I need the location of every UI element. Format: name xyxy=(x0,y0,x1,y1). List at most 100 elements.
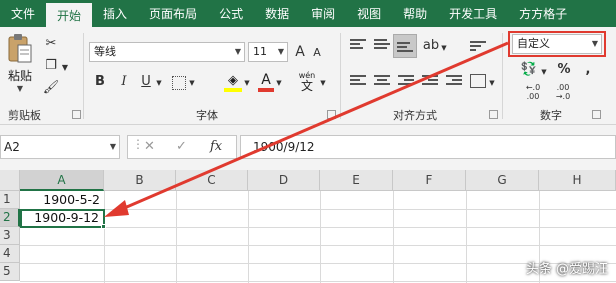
insert-function-icon[interactable]: fx xyxy=(210,139,222,154)
name-box[interactable]: A2 ▼ xyxy=(0,135,120,159)
align-top-icon[interactable] xyxy=(350,39,366,53)
chevron-down-icon: ▼ xyxy=(234,47,241,56)
chevron-down-icon[interactable]: ▼ xyxy=(243,74,251,92)
select-all-corner[interactable] xyxy=(0,170,20,191)
watermark-text: 头条 @爱踢汪 xyxy=(525,262,608,277)
borders-icon[interactable] xyxy=(172,76,186,90)
gridline xyxy=(466,191,467,283)
clipboard-group-label: 剪贴板 xyxy=(8,109,41,122)
gridline xyxy=(20,209,616,210)
chevron-down-icon: ▼ xyxy=(109,142,116,151)
percent-button[interactable]: % xyxy=(556,61,572,79)
tab-formulas[interactable]: 公式 xyxy=(208,0,254,27)
formula-input[interactable]: 1900/9/12 xyxy=(240,135,616,159)
fill-color-icon[interactable]: ◈ xyxy=(224,73,242,93)
paste-button[interactable]: 粘贴 ▼ xyxy=(4,33,36,93)
shrink-font-button[interactable]: A xyxy=(310,44,324,62)
column-header-g[interactable]: G xyxy=(466,170,539,191)
increase-indent-icon[interactable] xyxy=(446,75,462,89)
chevron-down-icon[interactable]: ▼ xyxy=(440,39,448,57)
tab-file[interactable]: 文件 xyxy=(0,0,46,27)
tab-view[interactable]: 视图 xyxy=(346,0,392,27)
cancel-entry-icon[interactable]: ✕ xyxy=(144,139,155,154)
confirm-entry-icon[interactable]: ✓ xyxy=(176,139,187,154)
cell-a2[interactable]: 1900-9-12 xyxy=(20,209,105,228)
font-name-value: 等线 xyxy=(94,45,116,58)
tab-fangfang-gezi[interactable]: 方方格子 xyxy=(508,0,578,27)
wrap-text-icon[interactable] xyxy=(470,41,486,55)
tab-review[interactable]: 审阅 xyxy=(300,0,346,27)
chevron-down-icon: ▼ xyxy=(277,47,284,56)
gridline xyxy=(176,191,177,283)
underline-button[interactable]: U xyxy=(138,73,154,91)
number-format-highlight xyxy=(508,31,606,57)
italic-button[interactable]: I xyxy=(116,73,132,91)
gridline xyxy=(20,281,616,282)
font-name-select[interactable]: 等线 ▼ xyxy=(89,42,245,62)
font-size-select[interactable]: 11 ▼ xyxy=(248,42,288,62)
group-divider xyxy=(83,33,84,119)
row-header-4[interactable]: 4 xyxy=(0,245,20,263)
format-painter-icon[interactable]: 🖌 xyxy=(42,79,60,97)
comma-button[interactable]: , xyxy=(582,61,594,79)
row-header-1[interactable]: 1 xyxy=(0,191,20,209)
grow-font-button[interactable]: A xyxy=(292,43,308,61)
align-left-icon[interactable] xyxy=(350,75,366,89)
gridline xyxy=(320,191,321,283)
copy-icon[interactable]: ❐ xyxy=(42,57,60,75)
chevron-down-icon[interactable]: ▼ xyxy=(61,59,69,77)
align-right-icon[interactable] xyxy=(398,75,414,89)
tab-home[interactable]: 开始 xyxy=(46,3,93,27)
gridline xyxy=(393,191,394,283)
formula-buttons: ⋮ ✕ ✓ fx xyxy=(127,135,237,159)
worksheet-grid[interactable]: A B C D E F G H 1 2 3 4 5 1900-5-2 1900-… xyxy=(0,170,616,283)
column-header-f[interactable]: F xyxy=(393,170,466,191)
phonetic-guide-icon[interactable]: wén 文 xyxy=(296,71,318,93)
column-header-c[interactable]: C xyxy=(176,170,248,191)
tab-developer[interactable]: 开发工具 xyxy=(438,0,508,27)
cut-icon[interactable]: ✂ xyxy=(42,35,60,53)
cell-a1[interactable]: 1900-5-2 xyxy=(20,191,104,209)
column-header-d[interactable]: D xyxy=(248,170,320,191)
tab-page-layout[interactable]: 页面布局 xyxy=(138,0,208,27)
increase-decimal-button[interactable]: ←.0 .00 xyxy=(520,83,546,101)
chevron-down-icon[interactable]: ▼ xyxy=(540,63,548,81)
clipboard-launcher-icon[interactable] xyxy=(72,110,81,119)
row-header-2[interactable]: 2 xyxy=(0,209,20,227)
tab-insert[interactable]: 插入 xyxy=(92,0,138,27)
bold-button[interactable]: B xyxy=(92,73,108,91)
column-header-h[interactable]: H xyxy=(539,170,616,191)
number-group-label: 数字 xyxy=(540,109,562,122)
align-bottom-icon[interactable] xyxy=(393,34,417,58)
tab-help[interactable]: 帮助 xyxy=(392,0,438,27)
row-header-5[interactable]: 5 xyxy=(0,263,20,281)
formula-bar: A2 ▼ ⋮ ✕ ✓ fx 1900/9/12 xyxy=(0,125,616,170)
decrease-decimal-button[interactable]: .00 →.0 xyxy=(550,83,576,101)
alignment-launcher-icon[interactable] xyxy=(489,110,498,119)
font-launcher-icon[interactable] xyxy=(327,110,336,119)
chevron-down-icon[interactable]: ▼ xyxy=(275,74,283,92)
tab-data[interactable]: 数据 xyxy=(254,0,300,27)
merge-center-icon[interactable] xyxy=(470,74,486,88)
chevron-down-icon[interactable]: ▼ xyxy=(188,74,196,92)
decrease-indent-icon[interactable] xyxy=(422,75,438,89)
column-header-e[interactable]: E xyxy=(320,170,393,191)
align-middle-icon[interactable] xyxy=(374,39,390,53)
chevron-down-icon[interactable]: ▼ xyxy=(319,74,327,92)
gridline xyxy=(20,245,616,246)
align-center-icon[interactable] xyxy=(374,75,390,89)
ribbon-home: 粘贴 ▼ ✂ ❐ 🖌 ▼ 剪贴板 等线 ▼ 11 ▼ A A B I U ▼ ▼… xyxy=(0,27,616,125)
group-divider xyxy=(502,33,503,119)
fill-handle[interactable] xyxy=(101,224,106,229)
number-launcher-icon[interactable] xyxy=(592,110,601,119)
orientation-icon[interactable]: ab xyxy=(422,37,440,55)
gridline xyxy=(104,191,105,283)
currency-format-icon[interactable]: 💱 xyxy=(520,61,538,79)
column-header-a[interactable]: A xyxy=(20,170,104,191)
alignment-group-label: 对齐方式 xyxy=(393,109,437,122)
row-header-3[interactable]: 3 xyxy=(0,227,20,245)
font-color-icon[interactable]: A xyxy=(258,72,274,92)
chevron-down-icon[interactable]: ▼ xyxy=(155,74,163,92)
chevron-down-icon[interactable]: ▼ xyxy=(488,74,496,92)
column-header-b[interactable]: B xyxy=(104,170,176,191)
